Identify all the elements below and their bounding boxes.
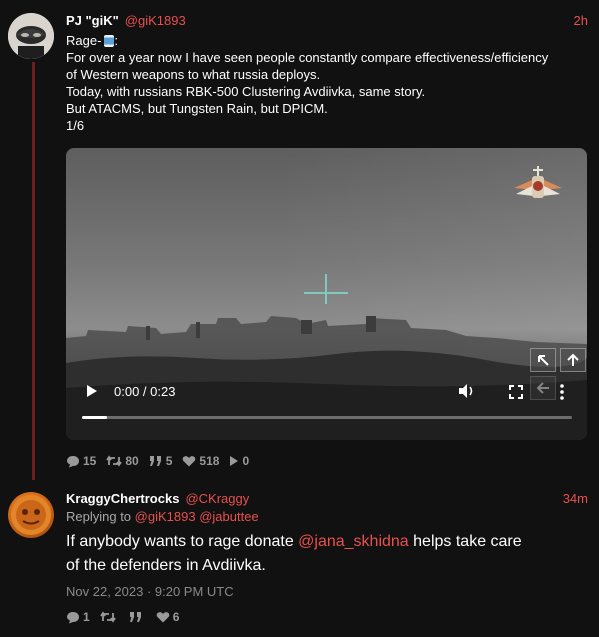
crosshair-icon: [304, 274, 348, 304]
comment-icon: [67, 455, 79, 467]
mention-link[interactable]: @giK1893: [135, 509, 196, 524]
quote-stat[interactable]: [129, 611, 146, 623]
tweet-time[interactable]: 2h: [574, 12, 588, 30]
avatar-image: [11, 495, 51, 535]
handle-link[interactable]: @giK1893: [125, 12, 186, 30]
handle-link[interactable]: @CKraggy: [185, 490, 249, 508]
more-vertical-icon: [560, 384, 564, 400]
view-count: 0: [242, 454, 250, 468]
like-stat[interactable]: 518: [182, 454, 219, 468]
reply-count: 15: [83, 454, 97, 468]
zoom-nav-left-button[interactable]: [530, 376, 556, 400]
fullscreen-icon: [509, 385, 523, 399]
quote-stat[interactable]: 5: [149, 454, 173, 468]
tweet-line: Rage-:: [66, 33, 119, 48]
tweet-line: But ATACMS, but Tungsten Rain, but DPICM…: [66, 101, 328, 116]
like-count: 6: [172, 610, 180, 624]
avatar[interactable]: [8, 492, 54, 538]
retweet-stat[interactable]: [99, 611, 119, 623]
retweet-icon: [99, 611, 116, 623]
play-icon: [87, 385, 97, 397]
arrow-left-icon: [536, 382, 549, 394]
tweet: PJ "giK" @giK1893 2h Rage-: For over a y…: [66, 12, 588, 134]
heart-icon: [183, 456, 196, 467]
tweet-line: Today, with russians RBK-500 Clustering …: [66, 84, 426, 99]
video-player[interactable]: 0:00 / 0:23: [66, 148, 587, 440]
mention-link[interactable]: @jabuttee: [199, 509, 258, 524]
like-count: 518: [199, 454, 220, 468]
retweet-icon: [106, 455, 123, 467]
display-name[interactable]: PJ "giK": [66, 12, 119, 30]
more-options-button[interactable]: [560, 384, 564, 403]
tweet-actions: 1 6: [66, 610, 189, 624]
tweet-actions: 15 80 5 518 0: [66, 454, 259, 468]
tweet-text: If anybody wants to rage donate @jana_sk…: [66, 533, 522, 574]
display-name[interactable]: KraggyChertrocks: [66, 490, 179, 508]
like-stat[interactable]: 6: [156, 610, 180, 624]
zoom-nav-upleft-button[interactable]: [530, 348, 556, 372]
video-progress-bar[interactable]: [82, 416, 572, 419]
fullscreen-button[interactable]: [509, 385, 523, 402]
views-stat[interactable]: 0: [229, 454, 249, 468]
quote-icon: [149, 456, 161, 466]
reply-stat[interactable]: 1: [66, 610, 90, 624]
video-progress-fill: [82, 416, 107, 419]
play-button[interactable]: [86, 384, 98, 401]
replying-to: Replying to @giK1893 @jabuttee: [66, 509, 259, 524]
emblem-icon: [514, 166, 562, 198]
volume-button[interactable]: [458, 383, 476, 402]
reply-tweet: KraggyChertrocks @CKraggy 34m Replying t…: [66, 490, 588, 599]
volume-icon: [459, 384, 473, 398]
tweet-time[interactable]: 34m: [563, 490, 588, 508]
arrow-up-left-icon: [538, 355, 549, 366]
comment-icon: [67, 611, 79, 623]
tweet-date[interactable]: Nov 22, 2023 · 9:20 PM UTC: [66, 584, 588, 599]
tweet-header: PJ "giK" @giK1893 2h: [66, 12, 588, 30]
tweet-line: For over a year now I have seen people c…: [66, 50, 549, 65]
reply-count: 1: [83, 610, 90, 624]
retweet-count: 80: [125, 454, 139, 468]
tweet-line: 1/6: [66, 118, 85, 133]
tweet-text: Rage-: For over a year now I have seen p…: [66, 32, 588, 134]
tweet-header: KraggyChertrocks @CKraggy 34m: [66, 490, 588, 508]
video-time-display: 0:00 / 0:23: [114, 384, 176, 399]
play-count-icon: [230, 456, 239, 466]
quote-icon: [129, 612, 141, 622]
retweet-stat[interactable]: 80: [106, 454, 139, 468]
tweet-line: of Western weapons to what russia deploy…: [66, 67, 321, 82]
quote-count: 5: [165, 454, 173, 468]
reply-stat[interactable]: 15: [66, 454, 96, 468]
thread-line: [32, 62, 35, 480]
thread-spool-emoji-icon: [104, 35, 115, 47]
zoom-nav-up-button[interactable]: [560, 348, 586, 372]
mention-link[interactable]: @jana_skhidna: [298, 533, 409, 550]
arrow-up-icon: [567, 353, 579, 366]
heart-icon: [156, 612, 170, 623]
avatar[interactable]: [8, 13, 54, 59]
avatar-image: [8, 13, 54, 59]
